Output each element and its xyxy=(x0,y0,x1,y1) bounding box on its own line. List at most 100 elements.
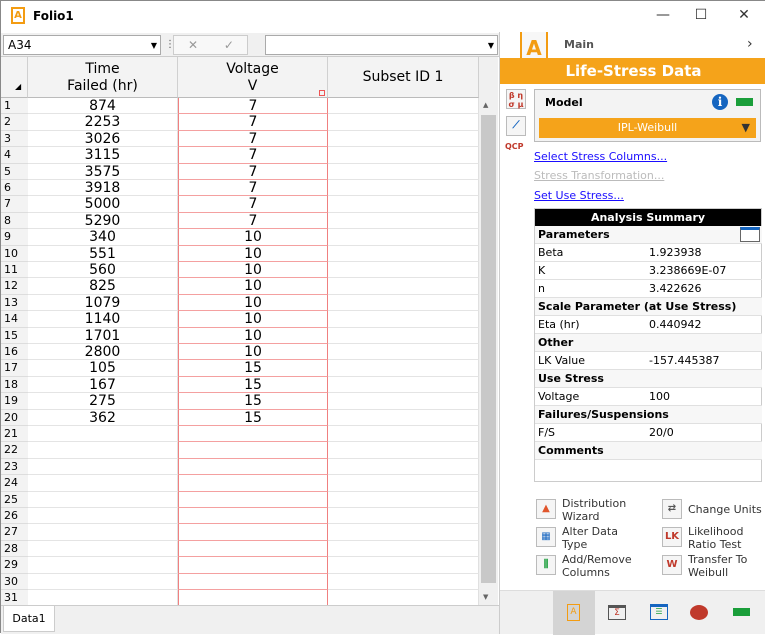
cell-subset-id[interactable] xyxy=(328,426,479,443)
select-all-corner[interactable]: ◢ xyxy=(1,57,28,98)
report-view-icon[interactable] xyxy=(740,227,760,242)
row-number[interactable]: 9 xyxy=(1,229,28,246)
row-number[interactable]: 22 xyxy=(1,442,28,459)
row-number[interactable]: 13 xyxy=(1,294,28,312)
cell-voltage[interactable]: 7 xyxy=(178,147,328,164)
cell-subset-id[interactable] xyxy=(328,311,479,328)
confirm-edit-button[interactable]: ✓ xyxy=(224,38,234,52)
cell-subset-id[interactable] xyxy=(328,409,479,426)
cell-voltage[interactable]: 10 xyxy=(178,245,328,262)
checklist-icon[interactable]: ☰ xyxy=(650,604,668,620)
cell-subset-id[interactable] xyxy=(328,442,479,459)
cell-time-failed[interactable]: 3026 xyxy=(28,130,178,148)
cell-subset-id[interactable] xyxy=(328,508,479,525)
row-number[interactable]: 29 xyxy=(1,557,28,574)
row-number[interactable]: 27 xyxy=(1,524,28,541)
cell-time-failed[interactable] xyxy=(28,540,178,558)
select-stress-columns-link[interactable]: Select Stress Columns... xyxy=(534,150,667,163)
close-button[interactable]: ✕ xyxy=(734,7,754,25)
cell-subset-id[interactable] xyxy=(328,557,479,574)
cell-time-failed[interactable]: 275 xyxy=(28,393,178,410)
cancel-edit-button[interactable]: ✕ xyxy=(188,38,198,52)
cell-time-failed[interactable]: 3575 xyxy=(28,163,178,180)
row-number[interactable]: 15 xyxy=(1,327,28,344)
row-number[interactable]: 16 xyxy=(1,344,28,361)
cell-time-failed[interactable]: 362 xyxy=(28,409,178,426)
cell-voltage[interactable]: 10 xyxy=(178,327,328,344)
row-number[interactable]: 8 xyxy=(1,212,28,230)
change-units-button[interactable]: ⇄ Change Units xyxy=(662,496,765,524)
row-number[interactable]: 17 xyxy=(1,360,28,377)
parameters-icon[interactable]: β η σ μ xyxy=(506,89,526,109)
cell-subset-id[interactable] xyxy=(328,327,479,344)
minimize-button[interactable]: — xyxy=(653,7,673,25)
cell-voltage[interactable] xyxy=(178,508,328,525)
cell-voltage[interactable] xyxy=(178,540,328,558)
cell-subset-id[interactable] xyxy=(328,147,479,164)
vertical-scrollbar[interactable]: ▲ ▼ xyxy=(479,57,498,605)
cell-subset-id[interactable] xyxy=(328,163,479,180)
row-number[interactable]: 3 xyxy=(1,130,28,148)
cell-time-failed[interactable]: 1140 xyxy=(28,311,178,328)
nav-main-label[interactable]: Main xyxy=(564,38,594,51)
rs-icon[interactable] xyxy=(690,605,708,620)
cell-time-failed[interactable] xyxy=(28,426,178,443)
cell-time-failed[interactable]: 3115 xyxy=(28,147,178,164)
cell-voltage[interactable]: 7 xyxy=(178,196,328,213)
formula-input[interactable]: ▼ xyxy=(265,35,498,55)
cell-voltage[interactable] xyxy=(178,442,328,459)
maximize-button[interactable]: ☐ xyxy=(691,7,711,25)
row-number[interactable]: 25 xyxy=(1,491,28,508)
tab-analysis-active[interactable]: A xyxy=(553,591,595,635)
cell-voltage[interactable]: 7 xyxy=(178,163,328,180)
cell-time-failed[interactable] xyxy=(28,442,178,459)
cell-voltage[interactable]: 10 xyxy=(178,262,328,279)
cell-time-failed[interactable]: 551 xyxy=(28,245,178,262)
likelihood-ratio-test-button[interactable]: LK Likelihood Ratio Test xyxy=(662,524,765,552)
cell-subset-id[interactable] xyxy=(328,180,479,197)
row-number[interactable]: 28 xyxy=(1,540,28,558)
cell-subset-id[interactable] xyxy=(328,98,479,115)
row-number[interactable]: 23 xyxy=(1,458,28,476)
cell-subset-id[interactable] xyxy=(328,524,479,541)
cell-time-failed[interactable] xyxy=(28,590,178,605)
cell-time-failed[interactable] xyxy=(28,475,178,492)
sheet-tab-data1[interactable]: Data1 xyxy=(3,606,55,632)
cell-voltage[interactable]: 7 xyxy=(178,212,328,230)
row-number[interactable]: 5 xyxy=(1,163,28,180)
cell-subset-id[interactable] xyxy=(328,278,479,295)
alter-data-type-button[interactable]: ▦ Alter Data Type xyxy=(536,524,656,552)
row-number[interactable]: 19 xyxy=(1,393,28,410)
row-number[interactable]: 31 xyxy=(1,590,28,605)
cell-time-failed[interactable] xyxy=(28,524,178,541)
cell-time-failed[interactable] xyxy=(28,458,178,476)
cell-subset-id[interactable] xyxy=(328,475,479,492)
cell-subset-id[interactable] xyxy=(328,458,479,476)
row-number[interactable]: 24 xyxy=(1,475,28,492)
cell-subset-id[interactable] xyxy=(328,245,479,262)
cell-voltage[interactable] xyxy=(178,491,328,508)
scroll-up-icon[interactable]: ▲ xyxy=(483,101,488,109)
row-number[interactable]: 4 xyxy=(1,147,28,164)
plot-icon[interactable]: ⟋ xyxy=(506,116,526,136)
cell-time-failed[interactable]: 5000 xyxy=(28,196,178,213)
cell-voltage[interactable] xyxy=(178,524,328,541)
cell-voltage[interactable] xyxy=(178,590,328,605)
cell-voltage[interactable] xyxy=(178,557,328,574)
cell-subset-id[interactable] xyxy=(328,229,479,246)
row-number[interactable]: 10 xyxy=(1,245,28,262)
cell-time-failed[interactable]: 340 xyxy=(28,229,178,246)
row-number[interactable]: 26 xyxy=(1,508,28,525)
cell-time-failed[interactable] xyxy=(28,557,178,574)
cell-time-failed[interactable]: 167 xyxy=(28,376,178,394)
cell-voltage[interactable]: 10 xyxy=(178,294,328,312)
row-number[interactable]: 20 xyxy=(1,409,28,426)
row-number[interactable]: 12 xyxy=(1,278,28,295)
info-icon[interactable]: i xyxy=(712,94,728,110)
cell-time-failed[interactable]: 2253 xyxy=(28,114,178,131)
row-number[interactable]: 30 xyxy=(1,573,28,590)
cell-time-failed[interactable]: 3918 xyxy=(28,180,178,197)
qcp-icon[interactable]: QCP xyxy=(505,142,524,151)
cell-voltage[interactable]: 10 xyxy=(178,311,328,328)
cell-subset-id[interactable] xyxy=(328,376,479,394)
